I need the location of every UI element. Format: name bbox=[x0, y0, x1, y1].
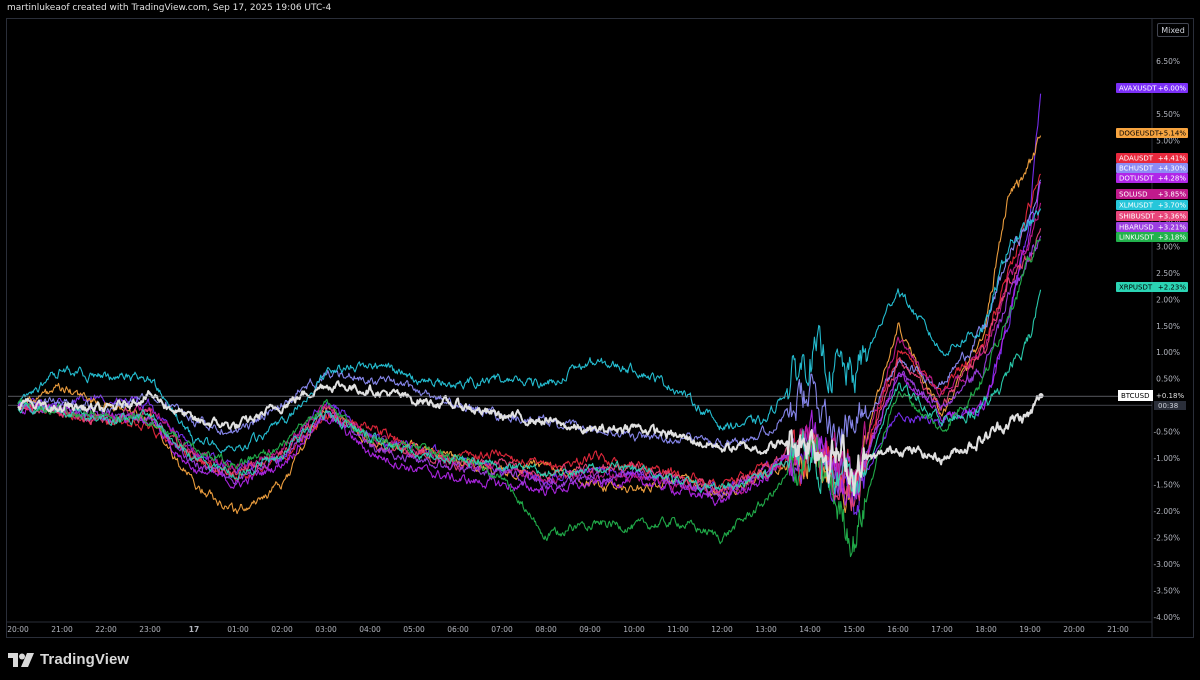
x-tick-label: 15:00 bbox=[843, 625, 865, 634]
y-tick-label: -1.50% bbox=[1153, 481, 1180, 490]
flag-name: BCHUSDT bbox=[1119, 165, 1154, 173]
scale-mode-button[interactable]: Mixed bbox=[1157, 23, 1189, 37]
flag-bchusdt: BCHUSDT +4.30% bbox=[1116, 163, 1188, 173]
flag-name: SOLUSD bbox=[1119, 191, 1147, 199]
flag-dogeusdt: DOGEUSDT+5.14% bbox=[1116, 128, 1188, 138]
y-tick-label: 2.00% bbox=[1156, 295, 1180, 304]
flag-name: DOGEUSDT bbox=[1119, 130, 1160, 138]
flag-sub: 00:38 bbox=[1158, 402, 1178, 410]
y-tick-label: 2.50% bbox=[1156, 269, 1180, 278]
x-tick-label: 18:00 bbox=[975, 625, 997, 634]
flag-value: +4.30% bbox=[1158, 165, 1186, 173]
flag-value: +0.18% bbox=[1156, 392, 1184, 400]
x-tick-label: 16:00 bbox=[887, 625, 909, 634]
flag-linkusdt: LINKUSDT +3.18% bbox=[1116, 232, 1188, 242]
x-tick-label: 09:00 bbox=[579, 625, 601, 634]
flag-xrpusdt: XRPUSDT +2.23% bbox=[1116, 282, 1188, 292]
flag-name: XRPUSDT bbox=[1119, 284, 1153, 292]
x-tick-label: 03:00 bbox=[315, 625, 337, 634]
flag-name: BTCUSD bbox=[1121, 392, 1150, 400]
flag-value: +3.70% bbox=[1158, 202, 1186, 210]
y-tick-label: -1.00% bbox=[1153, 454, 1180, 463]
flag-name: LINKUSDT bbox=[1119, 234, 1155, 242]
x-tick-label: 12:00 bbox=[711, 625, 733, 634]
y-tick-label: 5.50% bbox=[1156, 110, 1180, 119]
x-tick-label: 01:00 bbox=[227, 625, 249, 634]
x-tick-label: 10:00 bbox=[623, 625, 645, 634]
x-tick-label: 21:00 bbox=[1107, 625, 1129, 634]
x-tick-label: 20:00 bbox=[7, 625, 29, 634]
flag-name: HBARUSD bbox=[1119, 224, 1154, 232]
flag-value: +3.36% bbox=[1158, 213, 1186, 221]
x-tick-label: 17:00 bbox=[931, 625, 953, 634]
flag-value: +2.23% bbox=[1158, 284, 1186, 292]
y-tick-label: -3.50% bbox=[1153, 587, 1180, 596]
series-line-xlmusdt bbox=[17, 208, 1042, 454]
y-tick-label: -2.50% bbox=[1153, 534, 1180, 543]
flag-name: SHIBUSDT bbox=[1119, 213, 1156, 221]
flag-avaxusdt: AVAXUSDT +6.00% bbox=[1116, 83, 1188, 93]
flag-name: DOTUSDT bbox=[1119, 175, 1154, 183]
x-tick-label: 21:00 bbox=[51, 625, 73, 634]
flag-solusd: SOLUSD +3.85% bbox=[1116, 189, 1188, 199]
series-line-linkusdt bbox=[17, 239, 1042, 558]
chart-svg: 6.50%6.00%5.50%5.00%4.50%4.00%3.50%3.00%… bbox=[6, 18, 1188, 638]
y-tick-label: -2.00% bbox=[1153, 507, 1180, 516]
x-tick-label: 22:00 bbox=[95, 625, 117, 634]
flag-value: +3.18% bbox=[1158, 234, 1186, 242]
y-tick-label: 3.00% bbox=[1156, 242, 1180, 251]
series-line-dotusdt bbox=[17, 181, 1042, 507]
x-tick-label: 19:00 bbox=[1019, 625, 1041, 634]
y-tick-label: -3.00% bbox=[1153, 560, 1180, 569]
y-tick-label: -4.00% bbox=[1153, 613, 1180, 622]
x-tick-label: 17 bbox=[189, 625, 199, 634]
chart-frame: martinlukeaof created with TradingView.c… bbox=[0, 0, 1200, 680]
tradingview-logo-icon bbox=[8, 652, 34, 667]
y-tick-label: -0.50% bbox=[1153, 428, 1180, 437]
tradingview-logo: TradingView bbox=[8, 651, 129, 668]
flag-value: +5.14% bbox=[1158, 130, 1186, 138]
y-tick-label: 6.50% bbox=[1156, 57, 1180, 66]
flag-value: +4.41% bbox=[1158, 155, 1186, 163]
x-tick-label: 06:00 bbox=[447, 625, 469, 634]
flag-value: +3.21% bbox=[1158, 224, 1186, 232]
x-tick-label: 07:00 bbox=[491, 625, 513, 634]
x-tick-label: 20:00 bbox=[1063, 625, 1085, 634]
y-tick-label: 0.50% bbox=[1156, 375, 1180, 384]
tradingview-logo-text: TradingView bbox=[40, 651, 130, 668]
x-tick-label: 04:00 bbox=[359, 625, 381, 634]
x-tick-label: 02:00 bbox=[271, 625, 293, 634]
flag-value: +4.28% bbox=[1158, 175, 1186, 183]
flag-hbarusd: HBARUSD +3.21% bbox=[1116, 222, 1188, 232]
flag-value: +6.00% bbox=[1158, 85, 1186, 93]
x-tick-label: 11:00 bbox=[667, 625, 689, 634]
series-line-dogeusdt bbox=[17, 135, 1042, 515]
flag-name: AVAXUSDT bbox=[1119, 85, 1157, 93]
flag-dotusdt: DOTUSDT +4.28% bbox=[1116, 173, 1188, 183]
y-tick-label: 1.50% bbox=[1156, 322, 1180, 331]
x-tick-label: 08:00 bbox=[535, 625, 557, 634]
x-tick-label: 23:00 bbox=[139, 625, 161, 634]
flag-shibusdt: SHIBUSDT +3.36% bbox=[1116, 211, 1188, 221]
x-tick-label: 14:00 bbox=[799, 625, 821, 634]
btc-last-point bbox=[1038, 393, 1044, 399]
flag-value: +3.85% bbox=[1158, 191, 1186, 199]
flag-name: XLMUSDT bbox=[1119, 202, 1154, 210]
y-tick-label: 1.00% bbox=[1156, 348, 1180, 357]
flag-adausdt: ADAUSDT +4.41% bbox=[1116, 153, 1188, 163]
x-tick-label: 13:00 bbox=[755, 625, 777, 634]
flag-xlmusdt: XLMUSDT +3.70% bbox=[1116, 200, 1188, 210]
x-tick-label: 05:00 bbox=[403, 625, 425, 634]
flag-name: ADAUSDT bbox=[1119, 155, 1154, 163]
